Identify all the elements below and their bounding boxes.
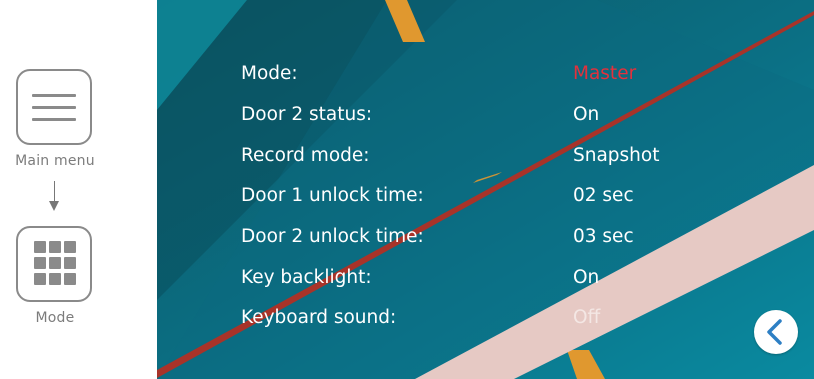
setting-value: On: [573, 104, 600, 125]
setting-row-keyboard-sound[interactable]: Keyboard sound: Off: [241, 307, 801, 337]
setting-value: 02 sec: [573, 185, 634, 206]
setting-row-record-mode[interactable]: Record mode: Snapshot: [241, 145, 801, 175]
mode-label: Mode: [35, 310, 75, 326]
instruction-panel: Main menu Mode: [0, 0, 157, 379]
device-screen: Mode: Master Door 2 status: On Record mo…: [157, 0, 814, 379]
arrow-down-icon: [49, 181, 59, 213]
setting-row-door1-unlock[interactable]: Door 1 unlock time: 02 sec: [241, 185, 801, 215]
setting-row-door2-unlock[interactable]: Door 2 unlock time: 03 sec: [241, 226, 801, 256]
setting-key: Key backlight:: [241, 267, 372, 288]
setting-row-door2-status[interactable]: Door 2 status: On: [241, 104, 801, 134]
chevron-left-icon: [767, 319, 782, 345]
setting-row-mode[interactable]: Mode: Master: [241, 63, 801, 93]
setting-row-key-backlight[interactable]: Key backlight: On: [241, 267, 801, 297]
main-menu-button[interactable]: [16, 69, 92, 145]
main-menu-label: Main menu: [15, 153, 95, 169]
setting-value: Off: [573, 307, 601, 328]
setting-value: On: [573, 267, 600, 288]
setting-value: 03 sec: [573, 226, 634, 247]
setting-value: Master: [573, 63, 637, 84]
setting-key: Door 2 unlock time:: [241, 226, 424, 247]
setting-key: Keyboard sound:: [241, 307, 397, 328]
back-button[interactable]: [754, 310, 798, 354]
setting-key: Door 2 status:: [241, 104, 373, 125]
setting-key: Mode:: [241, 63, 298, 84]
setting-value: Snapshot: [573, 145, 660, 166]
setting-key: Door 1 unlock time:: [241, 185, 424, 206]
mode-button[interactable]: [16, 226, 92, 302]
setting-key: Record mode:: [241, 145, 370, 166]
grid-icon: [34, 241, 76, 287]
